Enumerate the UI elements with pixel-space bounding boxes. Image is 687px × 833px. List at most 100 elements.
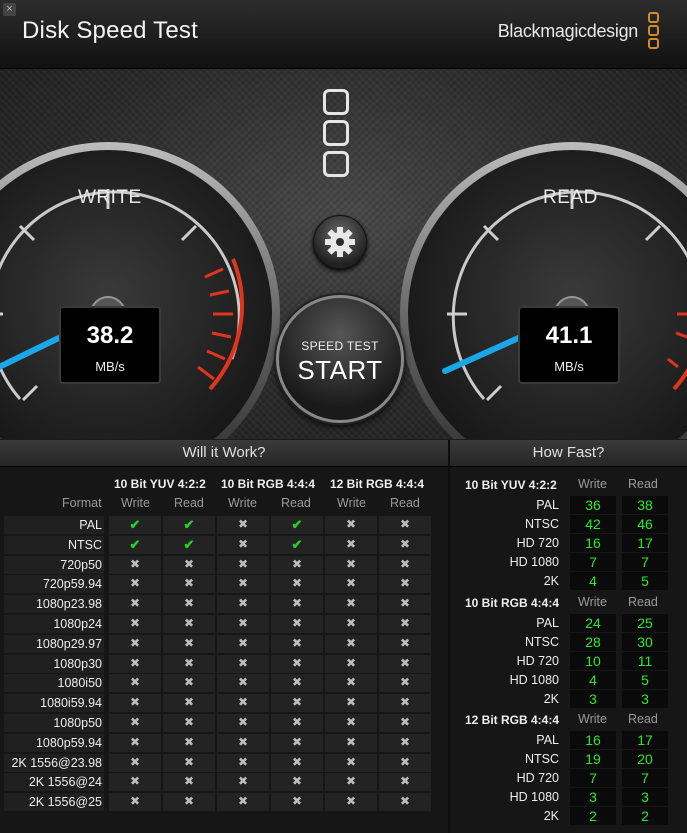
write-column-header: Write bbox=[578, 477, 607, 491]
how-fast-group-header: 10 Bit YUV 4:2:2 bbox=[465, 478, 557, 492]
read-readout: 41.1 MB/s bbox=[518, 306, 620, 384]
cross-icon: ✖ bbox=[129, 675, 141, 690]
cross-icon: ✖ bbox=[345, 517, 357, 531]
gear-icon bbox=[325, 227, 355, 257]
cross-icon: ✖ bbox=[183, 655, 195, 670]
read-column-header: Read bbox=[390, 496, 420, 510]
start-button[interactable]: SPEED TEST START bbox=[276, 295, 404, 423]
cross-icon: ✖ bbox=[399, 635, 411, 650]
read-column-header: Read bbox=[628, 477, 658, 491]
cross-icon: ✖ bbox=[129, 596, 141, 611]
read-fps-value: 46 bbox=[637, 516, 653, 532]
cross-icon: ✖ bbox=[345, 734, 357, 749]
format-row-label: 2K 1556@25 bbox=[28, 795, 102, 810]
cross-icon: ✖ bbox=[183, 715, 195, 729]
how-fast-row-label: HD 1080 bbox=[509, 673, 559, 687]
cross-icon: ✖ bbox=[291, 695, 303, 710]
format-row-label: 1080p24 bbox=[53, 617, 102, 631]
cross-icon: ✖ bbox=[183, 596, 195, 611]
cross-icon: ✖ bbox=[237, 754, 249, 769]
read-column-header: Read bbox=[281, 496, 311, 510]
cross-icon: ✖ bbox=[399, 754, 411, 769]
checkmark-icon: ✔ bbox=[291, 536, 303, 552]
cross-icon: ✖ bbox=[237, 635, 249, 650]
write-readout: 38.2 MB/s bbox=[59, 306, 161, 384]
cross-icon: ✖ bbox=[237, 576, 249, 591]
cross-icon: ✖ bbox=[399, 576, 411, 591]
will-it-work-title: Will it Work? bbox=[0, 440, 448, 467]
cross-icon: ✖ bbox=[399, 596, 411, 611]
cross-icon: ✖ bbox=[129, 794, 141, 809]
cross-icon: ✖ bbox=[399, 794, 411, 809]
checkmark-icon: ✔ bbox=[129, 536, 141, 552]
cross-icon: ✖ bbox=[183, 576, 195, 591]
cross-icon: ✖ bbox=[345, 695, 357, 710]
cross-icon: ✖ bbox=[291, 556, 303, 571]
cross-icon: ✖ bbox=[345, 754, 357, 769]
read-speed-value: 41.1 bbox=[545, 322, 593, 349]
cross-icon: ✖ bbox=[129, 556, 141, 571]
read-column-header: Read bbox=[628, 595, 658, 609]
cross-icon: ✖ bbox=[129, 754, 141, 769]
cross-icon: ✖ bbox=[291, 655, 303, 670]
cross-icon: ✖ bbox=[291, 675, 303, 690]
cross-icon: ✖ bbox=[345, 576, 357, 591]
cross-icon: ✖ bbox=[129, 576, 141, 591]
title-bar: × Disk Speed Test Blackmagicdesign bbox=[0, 0, 687, 69]
write-gauge-label: WRITE bbox=[78, 187, 142, 208]
cross-icon: ✖ bbox=[291, 596, 303, 611]
cross-icon: ✖ bbox=[291, 794, 303, 809]
cross-icon: ✖ bbox=[399, 715, 411, 729]
read-fps-value: 5 bbox=[641, 672, 649, 688]
checkmark-icon: ✔ bbox=[129, 517, 141, 532]
format-row-label: 1080p50 bbox=[53, 716, 102, 730]
read-speed-unit: MB/s bbox=[554, 359, 584, 374]
write-speed-unit: MB/s bbox=[95, 359, 125, 374]
write-fps-value: 16 bbox=[585, 535, 601, 551]
cross-icon: ✖ bbox=[129, 616, 141, 630]
format-row-label: 1080p29.97 bbox=[35, 636, 102, 651]
cross-icon: ✖ bbox=[399, 655, 411, 670]
cross-icon: ✖ bbox=[183, 774, 195, 789]
read-column-header: Read bbox=[628, 712, 658, 726]
how-fast-row-label: HD 720 bbox=[516, 536, 559, 550]
cross-icon: ✖ bbox=[345, 596, 357, 611]
write-fps-value: 7 bbox=[589, 770, 597, 786]
how-fast-row-label: NTSC bbox=[524, 752, 559, 766]
cross-icon: ✖ bbox=[183, 754, 195, 769]
cross-icon: ✖ bbox=[237, 734, 249, 749]
cross-icon: ✖ bbox=[183, 794, 195, 809]
close-icon[interactable]: × bbox=[3, 3, 16, 16]
write-fps-value: 24 bbox=[585, 615, 601, 631]
cross-icon: ✖ bbox=[345, 715, 357, 729]
cross-icon: ✖ bbox=[399, 556, 411, 571]
cross-icon: ✖ bbox=[183, 556, 195, 571]
read-fps-value: 11 bbox=[637, 653, 653, 669]
cross-icon: ✖ bbox=[183, 675, 195, 690]
settings-button[interactable] bbox=[313, 215, 367, 269]
brand-name: Blackmagicdesign bbox=[497, 21, 639, 41]
cross-icon: ✖ bbox=[129, 734, 141, 749]
write-column-header: Write bbox=[578, 712, 607, 726]
cross-icon: ✖ bbox=[399, 675, 411, 690]
cross-icon: ✖ bbox=[237, 715, 249, 729]
write-fps-value: 4 bbox=[589, 672, 597, 688]
checkmark-icon: ✔ bbox=[183, 536, 195, 552]
read-fps-value: 17 bbox=[637, 535, 653, 551]
format-row-label: 720p59.94 bbox=[42, 577, 102, 592]
how-fast-group-header: 10 Bit RGB 4:4:4 bbox=[465, 596, 560, 610]
write-fps-value: 19 bbox=[585, 751, 601, 767]
cross-icon: ✖ bbox=[399, 616, 411, 630]
format-row-label: 2K 1556@24 bbox=[28, 775, 102, 790]
how-fast-row-label: PAL bbox=[536, 498, 559, 512]
cross-icon: ✖ bbox=[237, 536, 249, 551]
cross-icon: ✖ bbox=[291, 616, 303, 630]
how-fast-row-label: HD 1080 bbox=[509, 790, 559, 804]
cross-icon: ✖ bbox=[291, 715, 303, 729]
read-fps-value: 17 bbox=[637, 732, 653, 748]
write-fps-value: 36 bbox=[585, 497, 601, 513]
start-button-label: START bbox=[297, 355, 383, 385]
cross-icon: ✖ bbox=[237, 517, 249, 531]
how-fast-row-label: 2K bbox=[543, 809, 559, 823]
read-fps-value: 7 bbox=[641, 554, 649, 570]
